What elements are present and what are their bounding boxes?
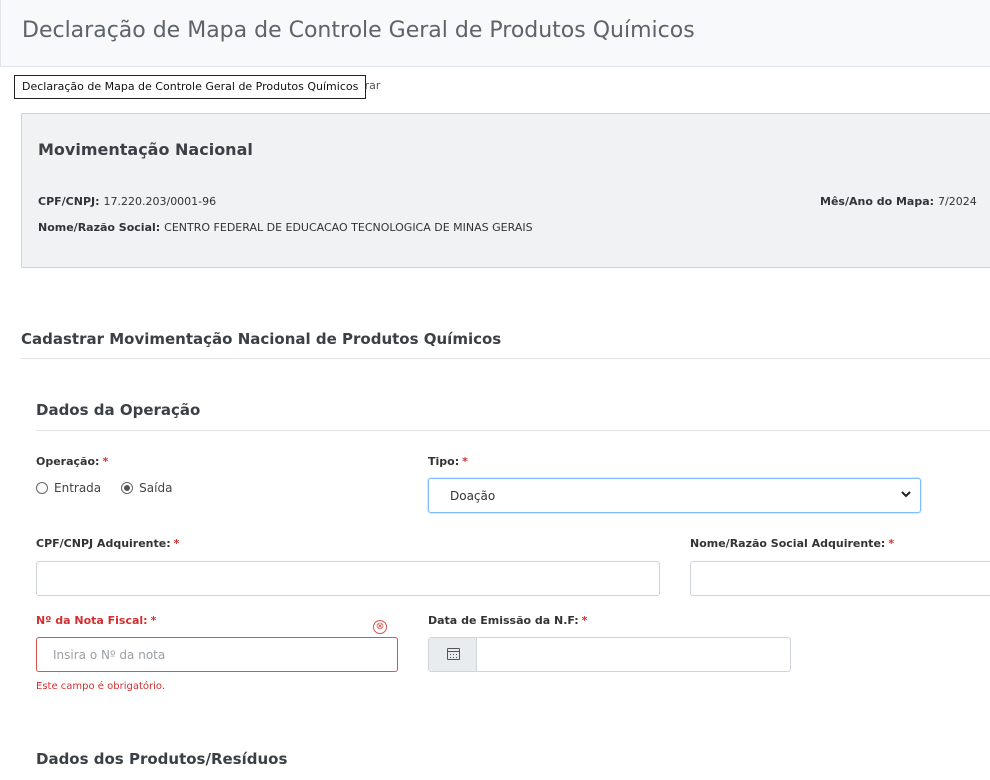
operacao-radio-group: Entrada Saída [36,481,192,495]
info-mes-label: Mês/Ano do Mapa: [820,195,935,208]
chevron-down-icon [901,491,911,498]
tipo-selected-value: Doação [450,489,496,503]
info-mes-value: 7/2024 [938,195,977,208]
info-nome: Nome/Razão Social: CENTRO FEDERAL DE EDUC… [38,221,533,234]
nota-fiscal-input[interactable]: Insira o Nº da nota [36,637,398,672]
radio-entrada-circle[interactable] [36,482,48,494]
cpf-adquirente-label: CPF/CNPJ Adquirente: * [36,537,180,550]
page-header: Declaração de Mapa de Controle Geral de … [0,0,990,67]
info-cpf-label: CPF/CNPJ: [38,195,100,208]
cpf-adquirente-input[interactable] [36,561,660,596]
operacao-divider [36,430,990,431]
info-cpf: CPF/CNPJ: 17.220.203/0001-96 [38,195,216,208]
nota-fiscal-error: Este campo é obrigatório. [36,681,166,692]
nota-fiscal-label: Nº da Nota Fiscal: * [36,614,157,627]
info-card: Movimentação Nacional CPF/CNPJ: 17.220.20… [21,113,990,268]
date-picker-button[interactable] [429,638,477,671]
info-title: Movimentação Nacional [38,140,253,159]
data-emissao-input[interactable] [428,637,791,672]
produtos-section-title: Dados dos Produtos/Resíduos [36,750,288,768]
info-nome-label: Nome/Razão Social: [38,221,161,234]
nota-fiscal-placeholder: Insira o Nº da nota [53,648,166,662]
info-mes: Mês/Ano do Mapa: 7/2024 [820,195,977,208]
error-circle-icon: ⊗ [373,620,387,634]
page-title: Declaração de Mapa de Controle Geral de … [22,18,695,43]
breadcrumb-tooltip: Declaração de Mapa de Controle Geral de … [14,75,367,99]
info-cpf-value: 17.220.203/0001-96 [103,195,217,208]
radio-entrada[interactable]: Entrada [36,481,101,495]
radio-saida[interactable]: Saída [121,481,172,495]
radio-saida-circle[interactable] [121,482,134,494]
data-emissao-label: Data de Emissão da N.F: * [428,614,588,627]
tipo-label: Tipo: * [428,455,468,468]
operacao-section-title: Dados da Operação [36,401,201,419]
nome-adquirente-input[interactable] [690,561,990,596]
tipo-select[interactable]: Doação [428,478,921,513]
form-title: Cadastrar Movimentação Nacional de Produ… [21,330,502,348]
info-nome-value: CENTRO FEDERAL DE EDUCACAO TECNOLOGICA D… [164,221,533,234]
calendar-icon [447,648,460,660]
form-title-divider [21,358,990,359]
nome-adquirente-label: Nome/Razão Social Adquirente: * [690,537,895,550]
operacao-label: Operação: * [36,455,109,468]
